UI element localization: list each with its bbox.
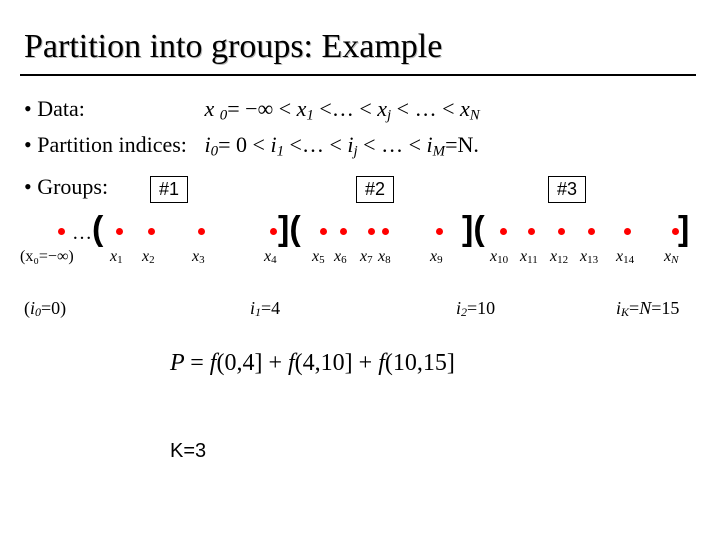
- t: N: [470, 107, 480, 123]
- i2-label: i2=10: [456, 298, 495, 320]
- x0-label: (x₀=−∞): [20, 248, 74, 266]
- slide-title: Partition into groups: Example: [24, 28, 442, 66]
- x-label: x8: [378, 248, 391, 266]
- ellipsis: …: [72, 222, 92, 245]
- x-label: x13: [580, 248, 598, 266]
- hash-1-box: #1: [150, 176, 188, 203]
- t: M: [433, 143, 445, 159]
- slide: Partition into groups: Example • Data: x…: [0, 0, 720, 540]
- t: x: [460, 96, 470, 121]
- dot: [528, 228, 535, 235]
- x-label: x9: [430, 248, 443, 266]
- t: x: [377, 96, 387, 121]
- hash-2-box: #2: [356, 176, 394, 203]
- dot: [382, 228, 389, 235]
- x-label: x12: [550, 248, 568, 266]
- t: 1: [306, 107, 313, 123]
- dot: [116, 228, 123, 235]
- dot: [270, 228, 277, 235]
- dot: [198, 228, 205, 235]
- close-bracket-3: ]: [678, 210, 689, 249]
- dot: [58, 228, 65, 235]
- t: =N.: [445, 132, 479, 157]
- t: 1: [277, 143, 284, 159]
- x-label: x1: [110, 248, 123, 266]
- hash-3-box: #3: [548, 176, 586, 203]
- bullet-groups-label: • Groups:: [24, 174, 108, 200]
- equation: P = f(0,4] + f(4,10] + f(10,15]: [170, 350, 455, 377]
- x-label: x11: [520, 248, 538, 266]
- bullet-partition-indices: • Partition indices: i0= 0 < i1 <… < ij …: [24, 132, 479, 160]
- dot: [340, 228, 347, 235]
- t: = 0 <: [218, 132, 270, 157]
- bullet-data-expr: x 0= −∞ < x1 <… < xj < … < xN: [205, 96, 480, 121]
- bullet-data: • Data: x 0= −∞ < x1 <… < xj < … < xN: [24, 96, 480, 124]
- bullet-pi-expr: i0= 0 < i1 <… < ij < … < iM=N.: [205, 132, 479, 157]
- x-label: xN: [664, 248, 678, 266]
- title-underline: [20, 74, 696, 76]
- x-label: x10: [490, 248, 508, 266]
- dot: [320, 228, 327, 235]
- iK-label: iK=N=15: [616, 298, 679, 320]
- dot: [588, 228, 595, 235]
- t: 0: [211, 143, 218, 159]
- dot: [624, 228, 631, 235]
- t: <… <: [284, 132, 347, 157]
- close-bracket-1: ](: [278, 210, 301, 249]
- close-bracket-2: ](: [462, 210, 485, 249]
- i1-label: i1=4: [250, 298, 280, 320]
- x-label: x3: [192, 248, 205, 266]
- open-bracket-1: (: [92, 210, 103, 249]
- dot: [436, 228, 443, 235]
- t: < … <: [391, 96, 460, 121]
- k-value: K=3: [170, 440, 206, 463]
- x-label: x6: [334, 248, 347, 266]
- x-label: x4: [264, 248, 277, 266]
- dot: [148, 228, 155, 235]
- t: < … <: [358, 132, 427, 157]
- x-label: x14: [616, 248, 634, 266]
- x-label: x7: [360, 248, 373, 266]
- t: x: [205, 96, 220, 121]
- t: x: [297, 96, 307, 121]
- dot: [500, 228, 507, 235]
- x-label: x5: [312, 248, 325, 266]
- bullet-data-label: • Data:: [24, 96, 199, 122]
- i0-label: (i0=0): [24, 298, 66, 320]
- axis: … ( ]( ]( ] (x₀=−∞) x1 x2 x3 x4 x5 x6 x7…: [20, 216, 700, 296]
- bullet-pi-label: • Partition indices:: [24, 132, 199, 158]
- dot: [368, 228, 375, 235]
- t: <… <: [314, 96, 377, 121]
- dot: [558, 228, 565, 235]
- x-label: x2: [142, 248, 155, 266]
- t: = −∞ <: [227, 96, 296, 121]
